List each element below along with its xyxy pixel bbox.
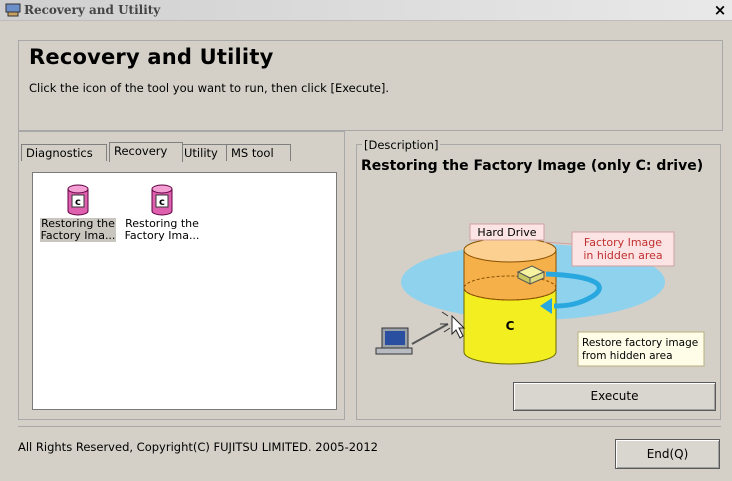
svg-text:c: c (75, 197, 81, 208)
computer-icon (375, 327, 413, 355)
end-button[interactable]: End(Q) (615, 439, 720, 469)
tab-ms-tool[interactable]: MS tool (226, 144, 291, 161)
app-icon (5, 3, 21, 17)
drive-letter: C (506, 319, 515, 333)
cylinder-c-icon: c (151, 184, 173, 216)
click-marks (440, 311, 451, 333)
execute-button[interactable]: Execute (513, 382, 716, 411)
cylinder-c-icon: c (67, 184, 89, 216)
description-legend: [Description] (362, 138, 441, 152)
instruction-text: Click the icon of the tool you want to r… (29, 81, 390, 95)
copyright-text: All Rights Reserved, Copyright(C) FUJITS… (18, 440, 378, 454)
title-bar: Recovery and Utility × (0, 0, 732, 21)
close-icon[interactable]: × (712, 1, 728, 19)
callout-2-line2: from hidden area (582, 350, 673, 362)
tool-item-restore-2[interactable]: c Restoring the Factory Ima... (120, 183, 204, 242)
tab-diagnostics[interactable]: Diagnostics (21, 144, 107, 161)
callout-1-line1: Factory Image (584, 236, 662, 249)
page-title: Recovery and Utility (29, 45, 274, 69)
execute-label: Execute (590, 389, 639, 403)
mouse-cursor-icon (451, 314, 466, 339)
callout-1-line2: in hidden area (583, 249, 662, 262)
connection-line (411, 323, 449, 345)
tab-recovery[interactable]: Recovery (109, 142, 183, 162)
footer-divider (18, 426, 721, 427)
hard-drive-label: Hard Drive (477, 226, 536, 239)
description-title: Restoring the Factory Image (only C: dri… (361, 158, 704, 174)
tool-list: c Restoring the Factory Ima... c Restorin… (32, 172, 337, 410)
svg-text:c: c (159, 197, 165, 208)
hard-drive-cylinder (463, 237, 557, 365)
end-label: End(Q) (646, 447, 689, 461)
restore-illustration: C Hard Drive Factory Image in hidden are… (375, 223, 705, 367)
tool-item-restore-1[interactable]: c Restoring the Factory Ima... (36, 183, 120, 242)
tool-label-line2: Factory Ima... (124, 229, 200, 242)
window-title: Recovery and Utility (24, 3, 161, 17)
header-panel: Recovery and Utility Click the icon of t… (18, 40, 723, 131)
tool-label-line2: Factory Ima... (40, 229, 116, 242)
tool-panel: Diagnostics Recovery Utility MS tool c R… (18, 131, 345, 420)
callout-2-line1: Restore factory image (582, 337, 698, 349)
tab-utility[interactable]: Utility (179, 144, 227, 161)
